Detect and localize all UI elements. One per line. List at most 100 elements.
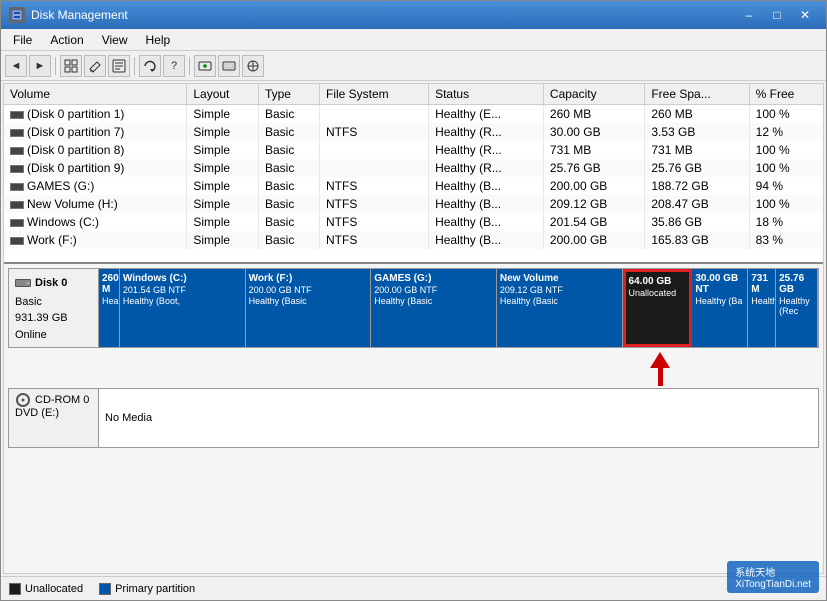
menu-bar: File Action View Help [1, 29, 826, 51]
cell-pct: 18 % [749, 213, 823, 231]
cell-pct: 12 % [749, 123, 823, 141]
cell-layout: Simple [187, 213, 259, 231]
table-row[interactable]: (Disk 0 partition 9) Simple Basic Health… [4, 159, 823, 177]
toolbar-sep-3 [189, 57, 190, 75]
table-row[interactable]: Work (F:) Simple Basic NTFS Healthy (B..… [4, 231, 823, 249]
col-freespace[interactable]: Free Spa... [645, 84, 749, 105]
toolbar-back[interactable]: ◄ [5, 55, 27, 77]
col-status[interactable]: Status [429, 84, 544, 105]
partition-info: Heal [102, 296, 116, 306]
partition-name: 260 M [102, 273, 116, 295]
toolbar-properties[interactable] [108, 55, 130, 77]
menu-action[interactable]: Action [42, 31, 91, 48]
cell-type: Basic [258, 231, 319, 249]
unallocated-arrow [650, 352, 670, 386]
cell-type: Basic [258, 123, 319, 141]
partition-size: 200.00 GB NTF [249, 285, 368, 295]
close-button[interactable]: ✕ [792, 5, 818, 25]
disk-partition[interactable]: 260 M Heal [99, 269, 120, 347]
toolbar-refresh[interactable] [139, 55, 161, 77]
col-volume[interactable]: Volume [4, 84, 187, 105]
partition-info: Health [751, 296, 772, 306]
cell-pct: 100 % [749, 105, 823, 124]
cell-layout: Simple [187, 159, 259, 177]
cell-capacity: 209.12 GB [543, 195, 644, 213]
legend-primary-label: Primary partition [115, 583, 195, 595]
cell-type: Basic [258, 195, 319, 213]
cell-capacity: 200.00 GB [543, 231, 644, 249]
legend-unallocated-box [9, 583, 21, 595]
toolbar-format[interactable] [242, 55, 264, 77]
col-type[interactable]: Type [258, 84, 319, 105]
partition-name: Windows (C:) [123, 273, 242, 284]
cell-fs: NTFS [320, 195, 429, 213]
col-layout[interactable]: Layout [187, 84, 259, 105]
cell-status: Healthy (R... [429, 159, 544, 177]
partition-info: Healthy (Basic [249, 296, 368, 306]
partition-info: Healthy (Boot, [123, 296, 242, 306]
toolbar-disk-ops[interactable] [218, 55, 240, 77]
disk-partition[interactable]: 731 M Health [748, 269, 776, 347]
cell-volume: Work (F:) [4, 231, 187, 249]
cell-layout: Simple [187, 195, 259, 213]
cell-status: Healthy (B... [429, 231, 544, 249]
partition-name: 731 M [751, 273, 772, 295]
table-row[interactable]: New Volume (H:) Simple Basic NTFS Health… [4, 195, 823, 213]
disk-0-row: Disk 0 Basic 931.39 GB Online 260 M Heal… [8, 268, 819, 348]
col-capacity[interactable]: Capacity [543, 84, 644, 105]
disk-map-area[interactable]: Disk 0 Basic 931.39 GB Online 260 M Heal… [4, 264, 823, 573]
watermark-text: 系统天地 [735, 564, 811, 579]
toolbar-help[interactable]: ? [163, 55, 185, 77]
disk-partition[interactable]: New Volume 209.12 GB NTF Healthy (Basic [497, 269, 623, 347]
table-row[interactable]: (Disk 0 partition 7) Simple Basic NTFS H… [4, 123, 823, 141]
disk-partition[interactable]: Work (F:) 200.00 GB NTF Healthy (Basic [246, 269, 372, 347]
cell-volume: (Disk 0 partition 7) [4, 123, 187, 141]
toolbar-edit[interactable] [84, 55, 106, 77]
cdrom-media-status: No Media [105, 412, 152, 424]
cdrom-0-label: CD-ROM 0 DVD (E:) [9, 389, 99, 447]
table-row[interactable]: GAMES (G:) Simple Basic NTFS Healthy (B.… [4, 177, 823, 195]
disk-partition[interactable]: 64.00 GB Unallocated [623, 269, 693, 347]
disk-0-label: Disk 0 Basic 931.39 GB Online [9, 269, 99, 347]
col-pctfree[interactable]: % Free [749, 84, 823, 105]
table-header: Volume Layout Type File System Status Ca… [4, 84, 823, 105]
cell-volume: (Disk 0 partition 8) [4, 141, 187, 159]
cell-type: Basic [258, 141, 319, 159]
cell-volume: New Volume (H:) [4, 195, 187, 213]
partition-name: New Volume [500, 273, 619, 284]
cell-pct: 83 % [749, 231, 823, 249]
cell-capacity: 30.00 GB [543, 123, 644, 141]
minimize-button[interactable]: – [736, 5, 762, 25]
cell-status: Healthy (R... [429, 123, 544, 141]
table-row[interactable]: Windows (C:) Simple Basic NTFS Healthy (… [4, 213, 823, 231]
toolbar-forward[interactable]: ► [29, 55, 51, 77]
menu-file[interactable]: File [5, 31, 40, 48]
disk-partition[interactable]: Windows (C:) 201.54 GB NTF Healthy (Boot… [120, 269, 246, 347]
cdrom-type: DVD (E:) [15, 407, 92, 419]
cell-volume: GAMES (G:) [4, 177, 187, 195]
col-filesystem[interactable]: File System [320, 84, 429, 105]
toolbar-sep-2 [134, 57, 135, 75]
toolbar-new-disk[interactable] [194, 55, 216, 77]
cell-free: 208.47 GB [645, 195, 749, 213]
table-area[interactable]: Volume Layout Type File System Status Ca… [4, 84, 823, 264]
cell-type: Basic [258, 159, 319, 177]
toolbar-grid[interactable] [60, 55, 82, 77]
cell-free: 3.53 GB [645, 123, 749, 141]
disk-partition[interactable]: GAMES (G:) 200.00 GB NTF Healthy (Basic [371, 269, 497, 347]
disk-0-status: Online [15, 327, 92, 344]
table-row[interactable]: (Disk 0 partition 1) Simple Basic Health… [4, 105, 823, 124]
partition-size: 209.12 GB NTF [500, 285, 619, 295]
menu-help[interactable]: Help [138, 31, 179, 48]
cell-fs [320, 105, 429, 124]
menu-view[interactable]: View [94, 31, 136, 48]
legend-primary-box [99, 583, 111, 595]
table-row[interactable]: (Disk 0 partition 8) Simple Basic Health… [4, 141, 823, 159]
cell-capacity: 200.00 GB [543, 177, 644, 195]
maximize-button[interactable]: □ [764, 5, 790, 25]
disk-0-type: Basic [15, 294, 92, 311]
partition-info: Healthy (Basic [500, 296, 619, 306]
disk-partition[interactable]: 25.76 GB Healthy (Rec [776, 269, 818, 347]
arrow-stem [658, 368, 663, 386]
disk-partition[interactable]: 30.00 GB NT Healthy (Ba [692, 269, 748, 347]
